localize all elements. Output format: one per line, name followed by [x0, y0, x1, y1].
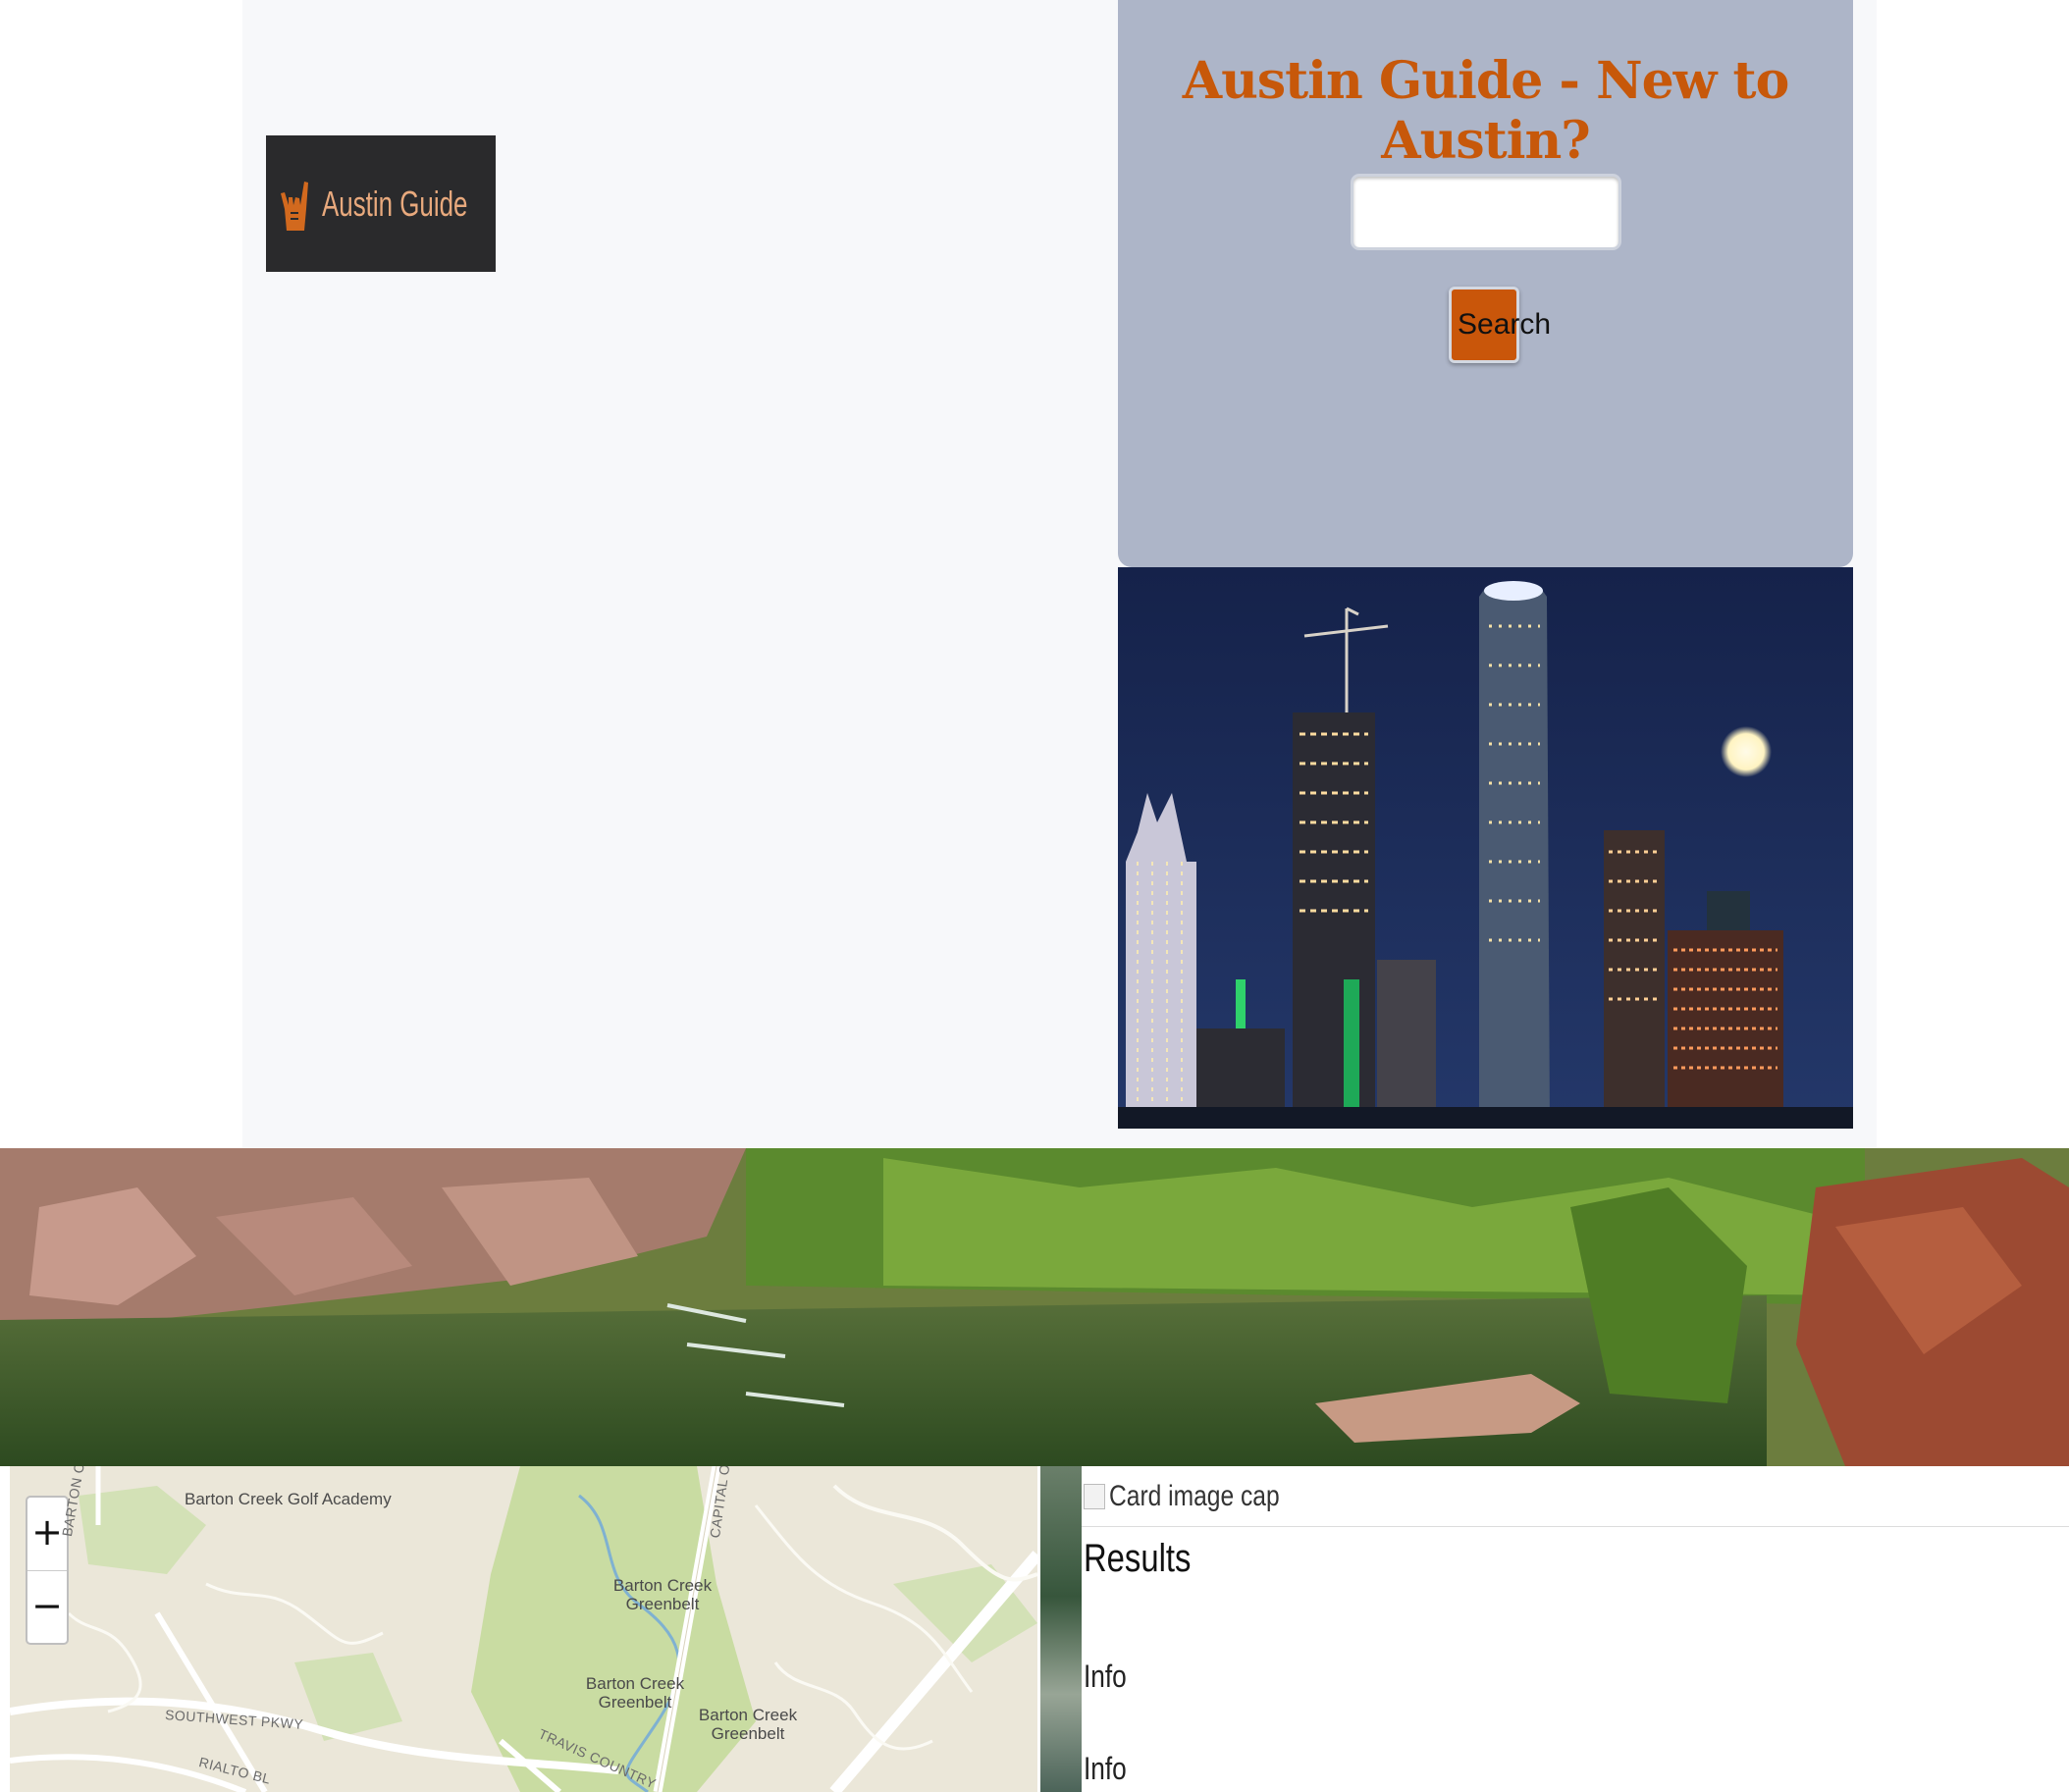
- background-strip: [1040, 1466, 1082, 1792]
- page-title: Austin Guide - New to Austin?: [1182, 51, 1790, 171]
- map-place-label: Barton Creek Greenbelt: [585, 1674, 685, 1712]
- map-place-label: Barton Creek Greenbelt: [612, 1576, 713, 1613]
- river-banner-image: [0, 1148, 2069, 1466]
- results-card: Card image cap Results Info Info: [1082, 1466, 2069, 1792]
- rock-hand-icon: [280, 181, 308, 231]
- result-info: Info: [1084, 1659, 1127, 1694]
- results-heading: Results: [1084, 1537, 1192, 1580]
- skyline-image: [1118, 567, 1853, 1129]
- map-place-label: Barton Creek Golf Academy: [185, 1490, 392, 1508]
- search-button[interactable]: Search: [1449, 287, 1551, 363]
- search-input[interactable]: [1353, 177, 1618, 247]
- zoom-out-button[interactable]: −: [27, 1571, 67, 1644]
- card-image-alt-text: Card image cap: [1109, 1479, 1280, 1512]
- result-info: Info: [1084, 1751, 1127, 1786]
- map-place-label: Barton Creek Greenbelt: [698, 1706, 798, 1743]
- card-image: Card image cap: [1082, 1466, 2069, 1527]
- map-tiles: [10, 1466, 1037, 1792]
- broken-image-icon: [1084, 1483, 1105, 1509]
- brand-name: Austin Guide: [321, 183, 468, 224]
- map-view[interactable]: + − Barton Creek Golf Academy Barton Cre…: [10, 1466, 1037, 1792]
- brand-logo[interactable]: Austin Guide: [266, 135, 496, 272]
- search-card: Austin Guide - New to Austin? Search: [1118, 0, 1853, 567]
